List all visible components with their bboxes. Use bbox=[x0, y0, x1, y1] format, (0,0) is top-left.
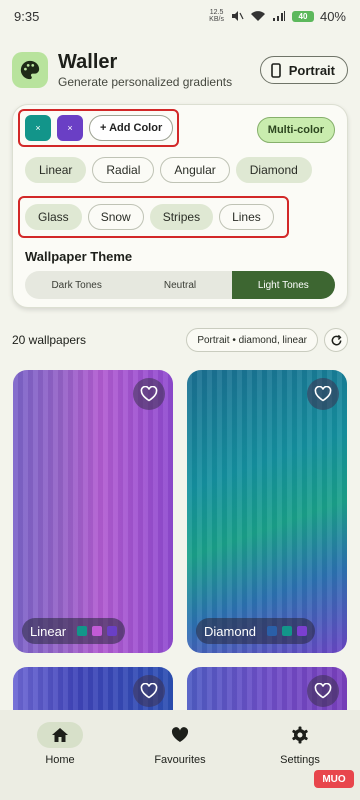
favourite-button[interactable] bbox=[133, 675, 165, 707]
gradient-radial[interactable]: Radial bbox=[92, 157, 155, 183]
net-speed: 12.5 KB/s bbox=[209, 9, 224, 23]
nav-settings[interactable]: Settings bbox=[240, 722, 360, 800]
orientation-button[interactable]: Portrait bbox=[259, 56, 348, 84]
gear-icon bbox=[277, 722, 323, 748]
theme-neutral[interactable]: Neutral bbox=[128, 271, 231, 299]
color-chips-row: × × + Add Color bbox=[25, 115, 174, 141]
nav-home-label: Home bbox=[45, 754, 75, 766]
favourite-button[interactable] bbox=[133, 378, 165, 410]
net-speed-unit: KB/s bbox=[209, 16, 224, 23]
color-swatch bbox=[107, 626, 118, 636]
refresh-icon bbox=[331, 334, 341, 345]
color-swatch bbox=[297, 626, 308, 636]
wallpaper-theme-label: Wallpaper Theme bbox=[25, 249, 133, 264]
phone-icon bbox=[270, 62, 281, 78]
filter-summary[interactable]: Portrait • diamond, linear bbox=[186, 328, 318, 352]
remove-color-icon[interactable]: × bbox=[67, 123, 72, 133]
heart-outline-icon bbox=[140, 683, 158, 699]
mute-icon bbox=[231, 11, 244, 21]
app-title: Waller bbox=[58, 51, 118, 73]
effect-stripes[interactable]: Stripes bbox=[149, 204, 214, 230]
remove-color-icon[interactable]: × bbox=[35, 123, 40, 133]
app-header: Waller Generate personalized gradients P… bbox=[12, 50, 348, 90]
wallpaper-texture bbox=[187, 370, 347, 653]
color-swatch bbox=[92, 626, 103, 636]
effects-row: Glass Snow Stripes Lines bbox=[25, 204, 274, 230]
theme-light-tones[interactable]: Light Tones bbox=[231, 271, 335, 299]
wifi-icon bbox=[250, 11, 265, 21]
nav-home[interactable]: Home bbox=[0, 722, 120, 800]
battery-icon: 40 bbox=[291, 10, 314, 22]
color-swatch bbox=[267, 626, 278, 636]
color-chip-purple[interactable]: × bbox=[57, 115, 83, 141]
heart-outline-icon bbox=[140, 386, 158, 402]
watermark-logo: MUO bbox=[314, 770, 354, 788]
app-titles: Waller Generate personalized gradients bbox=[58, 51, 260, 89]
net-speed-value: 12.5 bbox=[209, 9, 224, 16]
add-color-button[interactable]: + Add Color bbox=[89, 115, 174, 141]
status-icons: 12.5 KB/s 40 40% bbox=[209, 9, 346, 24]
signal-icon bbox=[272, 11, 285, 21]
wallpaper-texture bbox=[13, 370, 173, 653]
heart-icon bbox=[157, 722, 203, 748]
color-swatch bbox=[77, 626, 88, 636]
color-chip-teal[interactable]: × bbox=[25, 115, 51, 141]
favourite-button[interactable] bbox=[307, 378, 339, 410]
theme-segmented-control: Dark Tones Neutral Light Tones bbox=[25, 271, 335, 299]
home-icon bbox=[37, 722, 83, 748]
refresh-button[interactable] bbox=[324, 328, 348, 352]
status-time: 9:35 bbox=[14, 8, 40, 24]
results-header: 20 wallpapers Portrait • diamond, linear bbox=[12, 328, 348, 352]
status-bar: 9:35 12.5 KB/s 40 40% bbox=[0, 0, 360, 32]
favourite-button[interactable] bbox=[307, 675, 339, 707]
wallpaper-label: Diamond bbox=[196, 618, 316, 644]
wallpaper-type: Linear bbox=[30, 623, 67, 639]
bottom-navigation: Home Favourites Settings bbox=[0, 710, 360, 800]
wallpaper-label: Linear bbox=[22, 618, 126, 644]
app-subtitle: Generate personalized gradients bbox=[58, 75, 233, 89]
gradient-linear[interactable]: Linear bbox=[25, 157, 87, 183]
gradient-diamond[interactable]: Diamond bbox=[235, 157, 312, 183]
wallpaper-count: 20 wallpapers bbox=[12, 333, 87, 347]
wallpaper-type: Diamond bbox=[204, 623, 257, 639]
gradient-controls-card: × × + Add Color Multi-color Linear Radia… bbox=[12, 104, 348, 308]
nav-settings-label: Settings bbox=[280, 754, 320, 766]
effect-snow[interactable]: Snow bbox=[87, 204, 144, 230]
heart-outline-icon bbox=[314, 386, 332, 402]
heart-outline-icon bbox=[314, 683, 332, 699]
effect-lines[interactable]: Lines bbox=[219, 204, 274, 230]
gradient-angular[interactable]: Angular bbox=[160, 157, 230, 183]
wallpaper-card[interactable]: Diamond bbox=[187, 370, 347, 653]
orientation-label: Portrait bbox=[288, 62, 335, 78]
palette-icon bbox=[12, 52, 48, 88]
battery-percent: 40% bbox=[319, 8, 346, 24]
gradient-type-row: Linear Radial Angular Diamond bbox=[25, 157, 312, 183]
nav-favourites[interactable]: Favourites bbox=[120, 722, 240, 800]
multi-color-toggle[interactable]: Multi-color bbox=[256, 117, 335, 143]
effect-glass[interactable]: Glass bbox=[25, 204, 82, 230]
nav-favourites-label: Favourites bbox=[154, 754, 206, 766]
wallpaper-card[interactable]: Linear bbox=[13, 370, 173, 653]
color-swatch bbox=[282, 626, 293, 636]
theme-dark-tones[interactable]: Dark Tones bbox=[25, 271, 128, 299]
